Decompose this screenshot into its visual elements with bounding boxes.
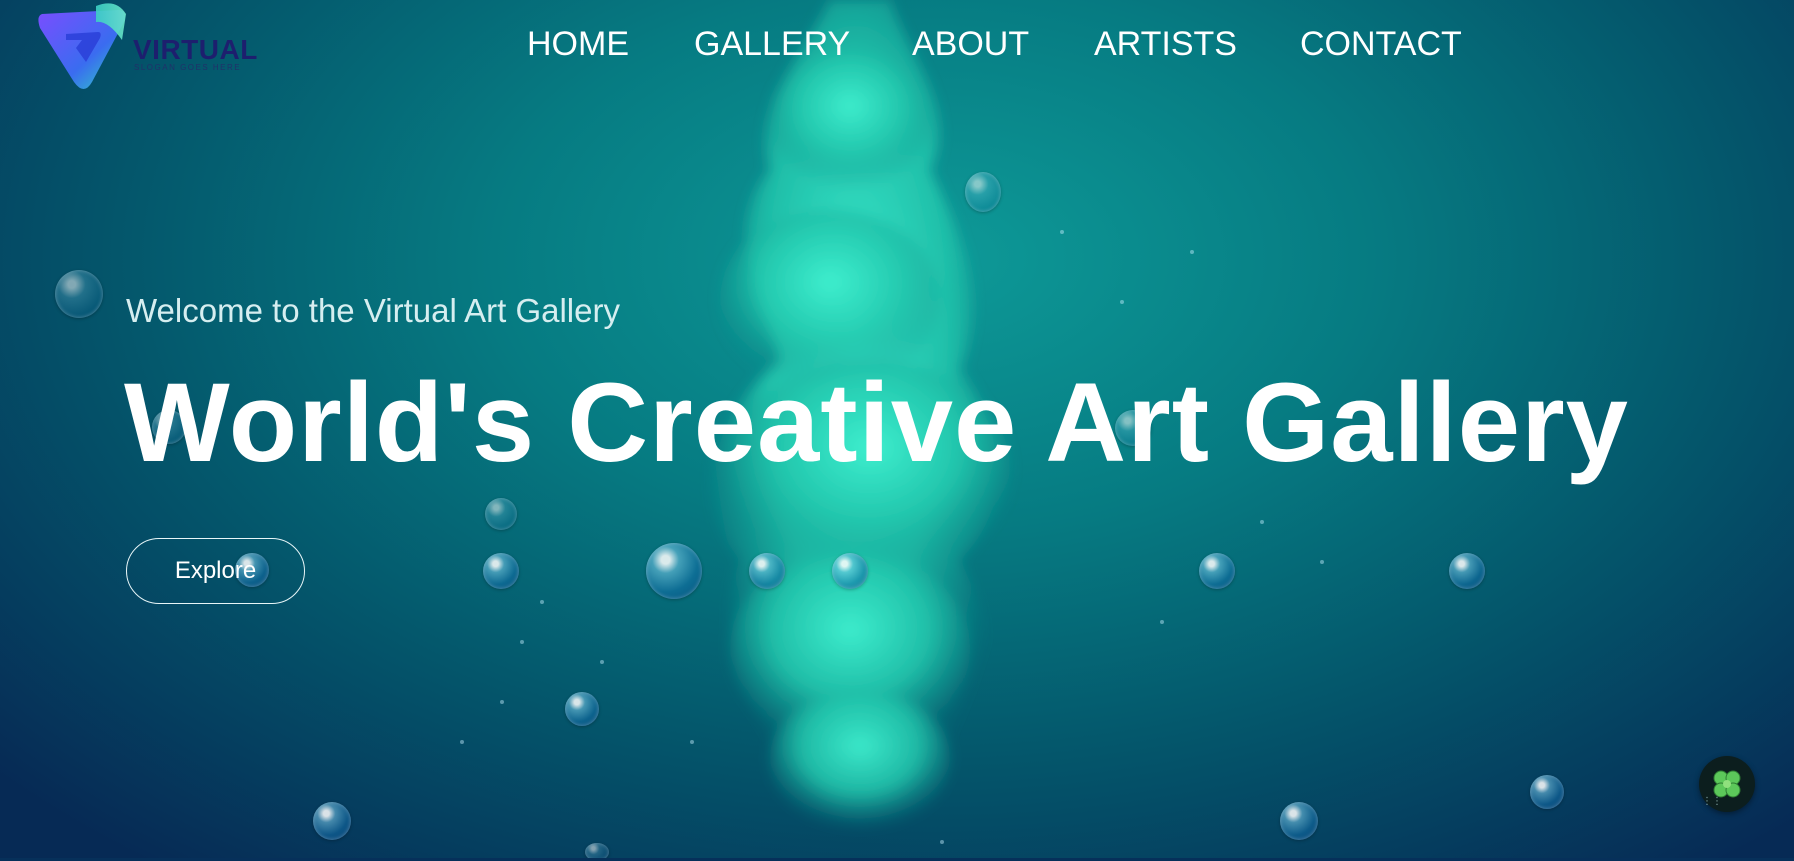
bubble	[313, 802, 351, 840]
nav-gallery[interactable]: GALLERY	[694, 24, 850, 64]
bubble	[646, 543, 702, 599]
bubble	[55, 270, 103, 318]
floating-widget-button[interactable]: ⋮⋮	[1699, 756, 1755, 812]
bubble	[1199, 553, 1235, 589]
bubble	[1449, 553, 1485, 589]
explore-button[interactable]: Explore	[126, 538, 305, 604]
hero-welcome-text: Welcome to the Virtual Art Gallery	[126, 292, 620, 329]
bubble	[832, 553, 868, 589]
drag-handle-icon[interactable]: ⋮⋮	[1702, 797, 1722, 807]
v-shape-logo-icon	[38, 3, 126, 89]
bubble	[485, 498, 517, 530]
bubble	[565, 692, 599, 726]
brand-slogan: SLOGAN GOES HERE	[134, 63, 242, 72]
brand-logo[interactable]: VIRTUAL SLOGAN GOES HERE	[36, 0, 276, 95]
bubble	[749, 553, 785, 589]
nav-artists[interactable]: ARTISTS	[1094, 24, 1237, 64]
hero-headline: World's Creative Art Gallery	[124, 360, 1629, 485]
nav-home[interactable]: HOME	[527, 24, 629, 64]
bubble	[483, 553, 519, 589]
bubble	[1280, 802, 1318, 840]
brand-name: VIRTUAL	[133, 34, 258, 65]
bubble	[1530, 775, 1564, 809]
nav-about[interactable]: ABOUT	[912, 24, 1029, 64]
bubble	[965, 172, 1001, 212]
nav-contact[interactable]: CONTACT	[1300, 24, 1462, 64]
